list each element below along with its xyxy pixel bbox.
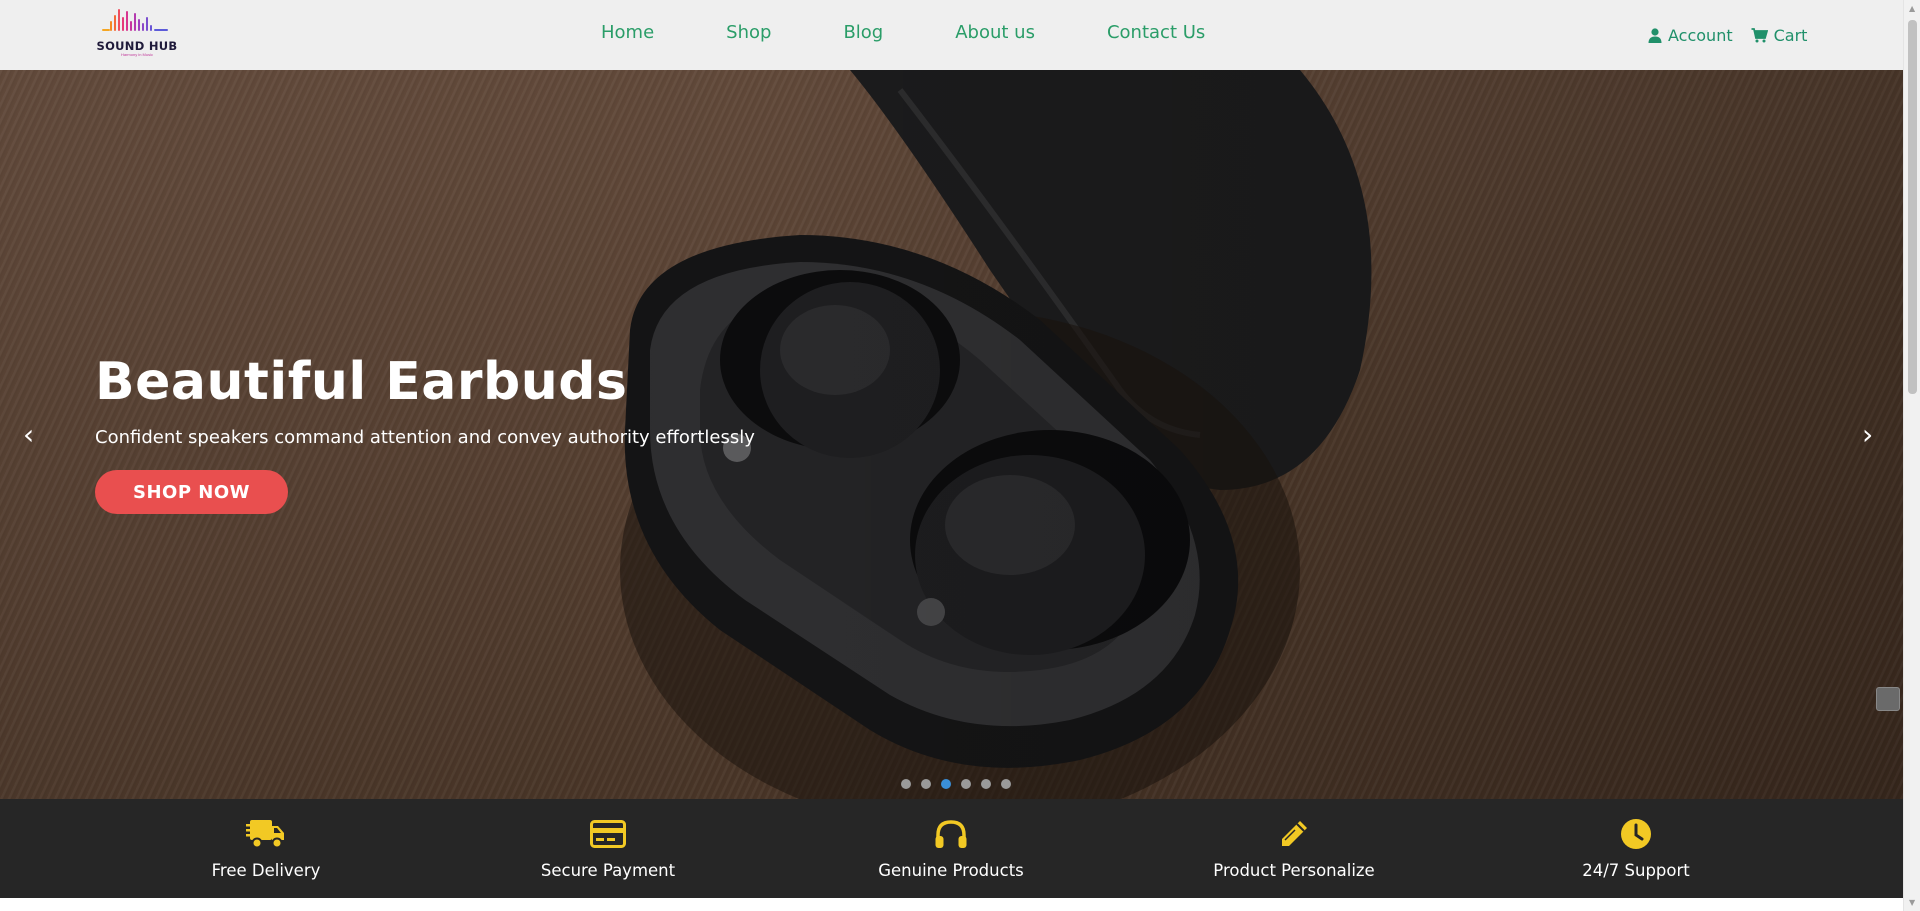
slide-indicators [901, 779, 1011, 789]
clock-icon [1621, 819, 1651, 849]
prev-slide-arrow-icon[interactable]: ‹ [23, 418, 34, 451]
slide-dot[interactable] [921, 779, 931, 789]
feature-label: Free Delivery [211, 861, 321, 880]
slide-dot[interactable] [901, 779, 911, 789]
slide-dot-active[interactable] [941, 779, 951, 789]
credit-card-icon [590, 820, 626, 848]
feature-genuine-products: Genuine Products [841, 817, 1061, 880]
floating-widget-icon[interactable] [1876, 687, 1900, 711]
hero-title: Beautiful Earbuds [95, 352, 628, 412]
feature-label: Product Personalize [1213, 861, 1375, 880]
hero-slider: Beautiful Earbuds Confident speakers com… [0, 70, 1903, 799]
header-tools: Account Cart [1648, 26, 1807, 45]
hero-subtitle: Confident speakers command attention and… [95, 427, 755, 448]
feature-product-personalize: Product Personalize [1184, 817, 1404, 880]
page-scrollbar[interactable]: ▲ ▼ [1903, 0, 1920, 911]
truck-icon [246, 820, 284, 849]
nav-about-us[interactable]: About us [955, 22, 1035, 43]
scroll-up-icon[interactable]: ▲ [1909, 4, 1915, 13]
site-header: SOUND HUB Harmony in Music Home Shop Blo… [0, 0, 1903, 71]
cart-icon [1751, 28, 1768, 43]
user-icon [1648, 28, 1662, 43]
feature-support: 24/7 Support [1526, 817, 1746, 880]
feature-label: Genuine Products [878, 861, 1024, 880]
nav-home[interactable]: Home [601, 22, 654, 43]
features-bar: Free Delivery Secure Payment Genuine Pro… [0, 799, 1903, 898]
logo-tagline: Harmony in Music [120, 52, 153, 57]
cart-label: Cart [1773, 26, 1808, 45]
nav-contact-us[interactable]: Contact Us [1107, 22, 1205, 43]
sound-wave-logo-icon [102, 9, 168, 31]
nav-shop[interactable]: Shop [726, 22, 771, 43]
cart-link[interactable]: Cart [1751, 26, 1808, 45]
slide-dot[interactable] [981, 779, 991, 789]
slide-dot[interactable] [961, 779, 971, 789]
shop-now-button[interactable]: SHOP NOW [95, 470, 288, 514]
pencil-icon [1282, 821, 1307, 846]
next-slide-arrow-icon[interactable]: › [1862, 418, 1873, 451]
scroll-thumb[interactable] [1908, 20, 1917, 394]
feature-label: 24/7 Support [1582, 861, 1690, 880]
feature-label: Secure Payment [540, 861, 676, 880]
headphones-icon [935, 820, 967, 848]
main-nav: Home Shop Blog About us Contact Us [601, 22, 1205, 43]
account-link[interactable]: Account [1648, 26, 1733, 45]
sound-hub-logo[interactable]: SOUND HUB Harmony in Music [95, 8, 179, 58]
nav-blog[interactable]: Blog [843, 22, 883, 43]
feature-free-delivery: Free Delivery [156, 817, 376, 880]
account-label: Account [1668, 26, 1733, 45]
slide-dot[interactable] [1001, 779, 1011, 789]
scroll-down-icon[interactable]: ▼ [1909, 898, 1915, 907]
logo-name: SOUND HUB [96, 39, 178, 53]
feature-secure-payment: Secure Payment [498, 817, 718, 880]
